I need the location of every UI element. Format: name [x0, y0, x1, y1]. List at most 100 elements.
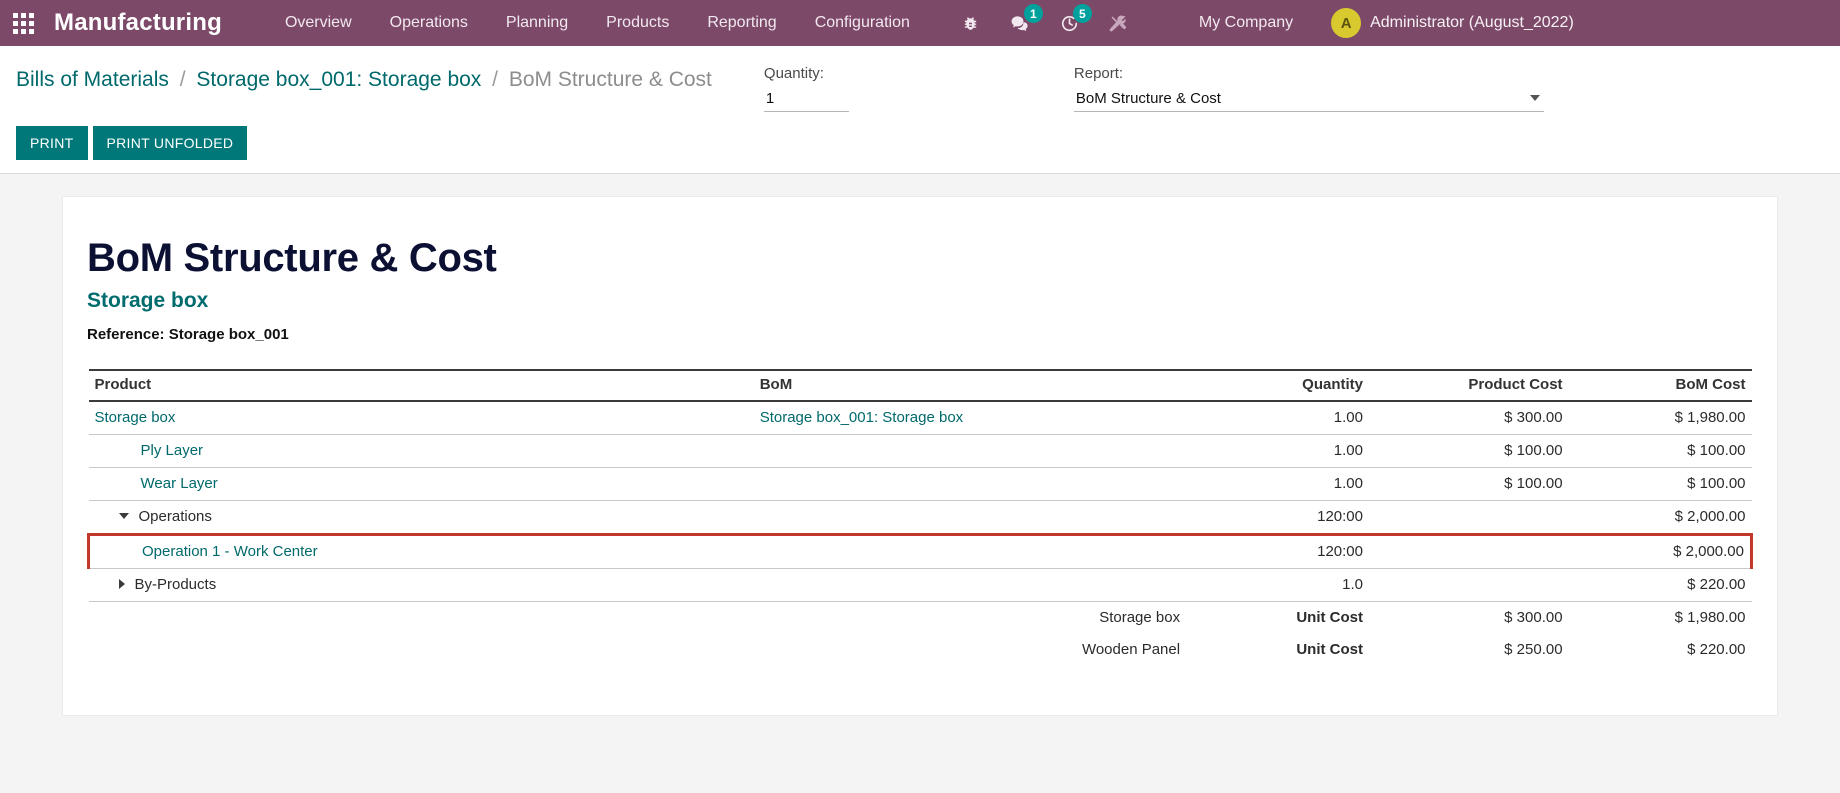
report-product-name: Storage box — [87, 289, 209, 312]
unit-cost-row: Wooden Panel Unit Cost $ 250.00 $ 220.00 — [89, 634, 1752, 666]
cell-product-cost: $ 100.00 — [1369, 434, 1569, 468]
report-label: Report: — [1073, 65, 1124, 82]
cell-bom — [753, 434, 1187, 468]
column-header-product: Product — [88, 369, 754, 402]
breadcrumb: Bills of Materials / Storage box_001: St… — [16, 64, 712, 94]
cell-quantity: 1.0 — [1186, 568, 1369, 602]
cell-bom: Storage box_001: Storage box — [753, 401, 1187, 435]
product-label[interactable]: Storage box — [95, 409, 176, 426]
table-header-row: Product BoM Quantity Product Cost BoM Co… — [88, 369, 1752, 402]
menu-item-operations[interactable]: Operations — [371, 0, 487, 46]
breadcrumb-item-bills-of-materials[interactable]: Bills of Materials — [16, 68, 169, 91]
apps-grid-icon[interactable] — [0, 0, 46, 46]
report-reference: Reference: Storage box_001 — [87, 326, 289, 343]
breadcrumb-item-current: BoM Structure & Cost — [508, 68, 712, 91]
cell-quantity: 1.00 — [1186, 401, 1369, 435]
main-menu: Overview Operations Planning Products Re… — [266, 0, 929, 46]
cell-bom-cost: $ 2,000.00 — [1568, 533, 1753, 569]
avatar: A — [1331, 8, 1362, 38]
breadcrumb-item-storage-box[interactable]: Storage box_001: Storage box — [196, 68, 481, 91]
action-buttons: PRINT PRINT UNFOLDED — [0, 112, 1840, 160]
cell-bom-cost: $ 100.00 — [1568, 467, 1752, 501]
quantity-field-group: Quantity: — [763, 64, 864, 112]
quantity-label: Quantity: — [763, 65, 824, 82]
cell-product: Operations — [88, 500, 754, 535]
user-menu[interactable]: A Administrator (August_2022) — [1323, 0, 1590, 46]
table-row[interactable]: Storage box Storage box_001: Storage box 1… — [88, 401, 1752, 435]
menu-item-planning[interactable]: Planning — [487, 0, 587, 46]
print-button[interactable]: PRINT — [16, 126, 88, 160]
cell-product-cost — [1369, 500, 1569, 535]
breadcrumb-separator-1: / — [179, 68, 186, 91]
cell-product: By-Products — [88, 568, 754, 602]
table-head: Product BoM Quantity Product Cost BoM Co… — [88, 369, 1752, 402]
caret-down-icon[interactable] — [118, 513, 129, 520]
cell-bom — [753, 467, 1187, 501]
systray: 1 5 — [947, 0, 1143, 46]
cell-product: Ply Layer — [88, 434, 754, 468]
report-select[interactable]: BoM Structure & Cost — [1073, 88, 1544, 112]
table-row[interactable]: Operation 1 - Work Center 120:00 $ 2,000.0… — [86, 533, 1753, 569]
control-panel: Bills of Materials / Storage box_001: St… — [0, 46, 1840, 174]
app-brand-manufacturing[interactable]: Manufacturing — [46, 9, 232, 37]
unit-cost-row: Storage box Unit Cost $ 300.00 $ 1,980.00 — [89, 602, 1752, 635]
content-area: BoM Structure & Cost Storage box Referen… — [0, 174, 1840, 793]
column-header-quantity: Quantity — [1186, 369, 1369, 402]
activities-clock-icon[interactable]: 5 — [1045, 0, 1094, 46]
cell-spacer — [89, 602, 754, 635]
unit-cost-product-cost: $ 250.00 — [1504, 641, 1563, 658]
report-field-group: Report: BoM Structure & Cost — [1073, 64, 1544, 112]
column-header-bom: BoM — [753, 369, 1187, 402]
messages-badge: 1 — [1023, 4, 1043, 23]
unit-cost-bom-cost: $ 1,980.00 — [1674, 609, 1746, 626]
cell-bom-cost: $ 1,980.00 — [1568, 401, 1752, 435]
cell-bom — [753, 568, 1187, 602]
cell-spacer — [89, 634, 754, 666]
quantity-input[interactable] — [763, 88, 849, 112]
product-label[interactable]: Wear Layer — [141, 475, 218, 492]
page-title: BoM Structure & Cost — [87, 236, 497, 280]
table-row[interactable]: Wear Layer 1.00 $ 100.00 $ 100.00 — [88, 467, 1752, 501]
company-switcher[interactable]: My Company — [1183, 0, 1309, 46]
caret-right-icon[interactable] — [118, 579, 125, 590]
bom-structure-table: Product BoM Quantity Product Cost BoM Co… — [86, 369, 1753, 667]
cell-bom-cost: $ 100.00 — [1568, 434, 1752, 468]
messages-icon[interactable]: 1 — [994, 0, 1045, 46]
cell-product: Storage box — [88, 401, 754, 435]
menu-item-products[interactable]: Products — [587, 0, 688, 46]
cell-quantity: 120:00 — [1186, 533, 1369, 569]
cell-quantity: 1.00 — [1186, 467, 1369, 501]
report-sheet: BoM Structure & Cost Storage box Referen… — [62, 196, 1778, 716]
bom-label[interactable]: Storage box_001: Storage box — [760, 409, 963, 426]
table-row[interactable]: Ply Layer 1.00 $ 100.00 $ 100.00 — [88, 434, 1752, 468]
table-body: Storage box Storage box_001: Storage box 1… — [86, 401, 1753, 602]
unit-cost-bom-cost: $ 220.00 — [1687, 641, 1746, 658]
product-label[interactable]: Ply Layer — [141, 442, 204, 459]
unit-cost-label: Unit Cost — [1296, 641, 1363, 658]
breadcrumb-separator-2: / — [492, 68, 498, 91]
column-header-product-cost: Product Cost — [1369, 369, 1569, 402]
menu-item-reporting[interactable]: Reporting — [688, 0, 795, 46]
cell-quantity: 120:00 — [1186, 500, 1369, 535]
bug-icon[interactable] — [947, 0, 994, 46]
cell-product-cost: $ 100.00 — [1369, 467, 1569, 501]
product-label[interactable]: Operation 1 - Work Center — [142, 543, 318, 560]
cell-bom-cost: $ 2,000.00 — [1568, 500, 1752, 535]
top-navbar: Manufacturing Overview Operations Planni… — [0, 0, 1840, 46]
cell-product: Wear Layer — [88, 467, 754, 501]
table-row[interactable]: By-Products 1.0 $ 220.00 — [88, 568, 1752, 602]
table-row[interactable]: Operations 120:00 $ 2,000.00 — [88, 500, 1752, 535]
print-unfolded-button[interactable]: PRINT UNFOLDED — [92, 126, 248, 160]
cell-product: Operation 1 - Work Center — [86, 533, 754, 569]
tools-icon[interactable] — [1094, 0, 1143, 46]
menu-item-overview[interactable]: Overview — [266, 0, 371, 46]
menu-item-configuration[interactable]: Configuration — [796, 0, 929, 46]
activities-badge: 5 — [1072, 4, 1092, 23]
unit-cost-product-label: Wooden Panel — [1081, 641, 1181, 658]
column-header-bom-cost: BoM Cost — [1568, 369, 1752, 402]
cell-bom — [753, 500, 1187, 535]
user-name-label: Administrator (August_2022) — [1370, 14, 1574, 31]
table-footer: Storage box Unit Cost $ 300.00 $ 1,980.00 Wo… — [89, 602, 1752, 667]
cell-product-cost — [1369, 568, 1569, 602]
cell-product-cost — [1369, 533, 1569, 569]
